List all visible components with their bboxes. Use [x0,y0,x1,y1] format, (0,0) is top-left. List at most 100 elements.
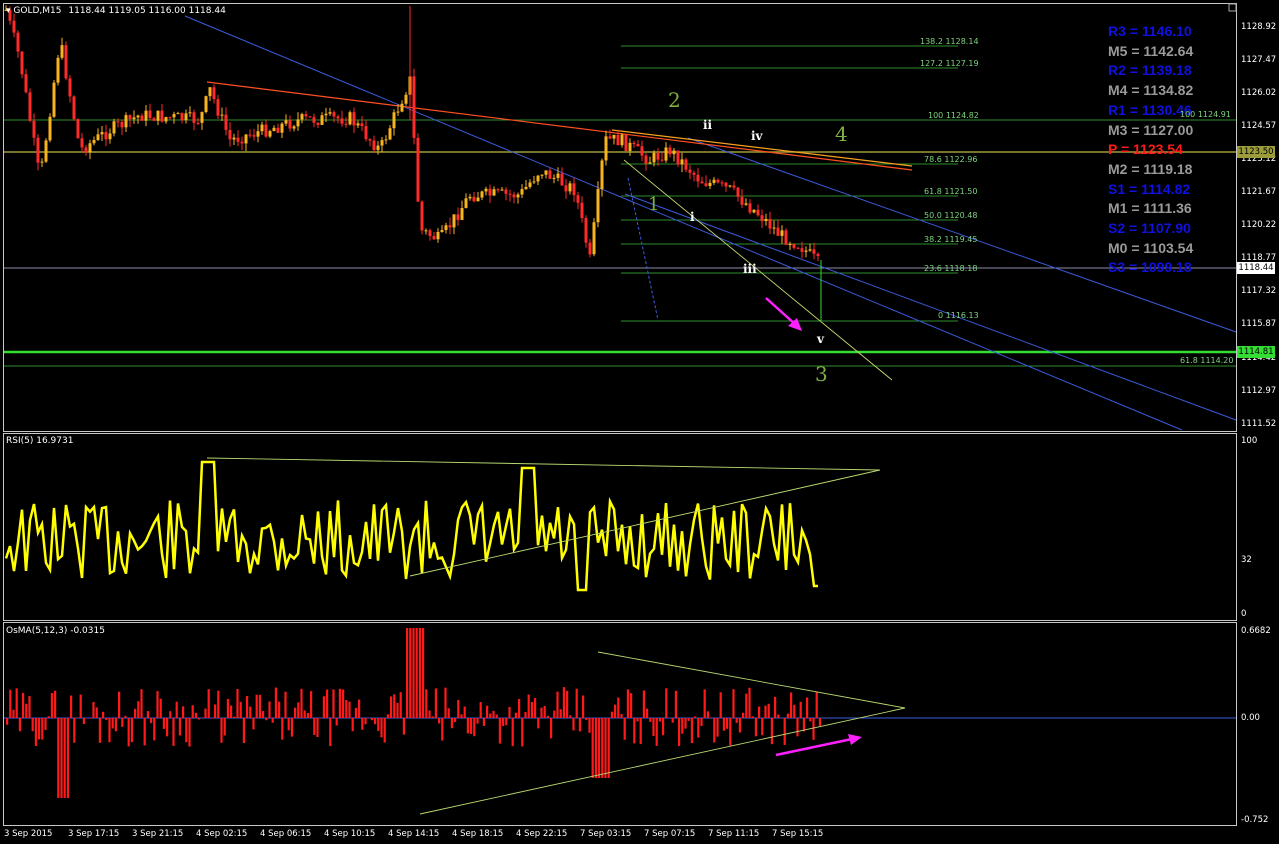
ohlc-values: 1118.44 1119.05 1116.00 1118.44 [68,6,226,16]
osma-bar [402,718,405,735]
rsi-label: RSI(5) 16.9731 [6,436,74,446]
osma-bar [658,718,661,722]
candle-body [632,142,636,145]
candle-body [516,194,520,198]
y-tick: 1127.47 [1241,55,1277,65]
candle-body [460,207,464,220]
osma-bar [681,718,684,734]
osma-bar [511,718,514,747]
trendlines [184,15,1237,431]
candle-body [276,127,280,133]
osma-bar [297,702,300,718]
candle-body [816,253,820,257]
osma-bar [194,712,197,718]
candle-body [436,232,440,240]
pivot-s3: S3 = 1099.18 [1108,259,1192,276]
candle-body [668,147,672,155]
osma-bar [79,694,82,718]
main-pane-frame [3,3,1237,432]
osma-bar [223,718,226,736]
osma-bar [268,701,271,718]
candle-body [244,134,248,144]
candle-body [588,242,592,255]
candle-body [144,110,148,121]
osma-bar [428,710,431,718]
osma-bar [326,689,329,718]
osma-histogram [6,628,821,798]
candle-body [392,112,396,129]
candle-body [404,94,408,104]
osma-bar [290,718,293,737]
osma-bar [383,718,386,743]
candle-body [628,142,632,151]
candle-body [232,137,236,140]
osma-bar [764,705,767,718]
osma-bar [553,710,556,718]
candle-body [272,127,276,132]
chart-canvas[interactable] [0,0,1279,844]
osma-bar [121,718,124,727]
osma-bar [585,718,588,720]
osma-bar [546,715,549,718]
wave-label-3: 3 [815,362,828,386]
osma-bar [348,701,351,718]
osma-bar [47,716,50,718]
candle-body [184,113,188,121]
osma-bar [118,691,121,718]
osma-bar [322,696,325,718]
osma-bar [745,693,748,718]
candle-body [136,115,140,118]
candle-body [592,222,596,255]
candle-body [472,196,476,202]
candle-body [424,230,428,232]
osma-bar [450,718,453,729]
fib-label-382: 38.2 1119.45 [924,235,978,244]
osma-bar [626,689,629,718]
window-close-button[interactable] [1228,3,1237,12]
osma-bar [63,718,66,798]
candle-body [308,116,312,118]
osma-bar [127,718,130,747]
candle-body [156,110,160,121]
fib-label-618: 61.8 1121.50 [924,187,978,196]
osma-bar [806,697,809,718]
candle-body [180,113,184,121]
osma-bar [665,688,668,718]
candle-body [324,113,328,116]
osma-bar [358,699,361,718]
candle-body [476,197,480,202]
osma-bar [354,707,357,718]
osma-bar [258,694,261,718]
osma-bar [95,707,98,718]
candle-body [792,244,796,248]
y-tick: 1117.32 [1241,286,1277,296]
candle-body [720,182,724,184]
candle-body [352,112,356,126]
osma-bar [300,688,303,718]
osma-bar [521,718,524,747]
osma-bar [610,711,613,718]
candle-body [620,134,624,146]
x-tick: 7 Sep 11:15 [708,829,760,839]
candle-body [112,121,116,134]
osma-bar [150,718,153,724]
candle-body [700,181,704,184]
osma-bar [662,718,665,736]
candle-body [376,145,380,151]
osma-bar [623,718,626,740]
symbol-menu-icon[interactable]: ▾ [6,6,11,16]
osma-bar [799,701,802,718]
osma-bar [159,698,162,718]
osma-bar [601,718,604,778]
candle-body [708,182,712,187]
rsi-y-tick: 0 [1241,609,1247,619]
osma-bar [486,705,489,718]
candle-body [712,179,716,183]
candle-body [568,183,572,192]
osma-bar [786,713,789,718]
osma-bar [182,706,185,718]
candle-body [216,99,220,116]
x-tick: 3 Sep 21:15 [132,829,184,839]
candle-body [440,230,444,233]
candle-body [372,140,376,151]
